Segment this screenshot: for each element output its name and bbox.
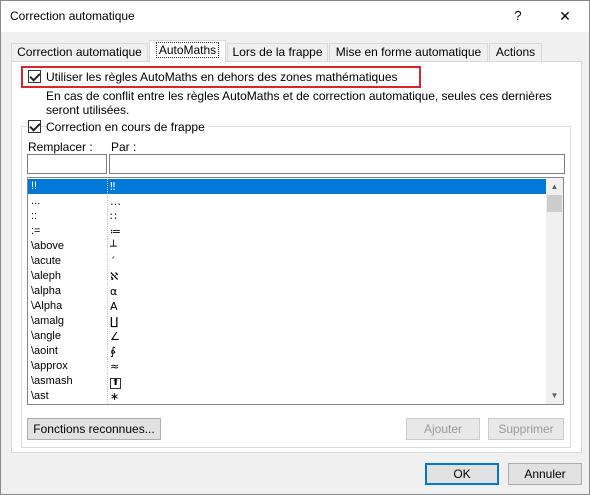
tab-label: Lors de la frappe xyxy=(232,45,323,59)
list-item[interactable]: \asmash ⬆ xyxy=(28,374,547,389)
list-item-name: \amalg xyxy=(31,315,65,327)
list-item-symbol: ∠ xyxy=(110,330,120,343)
list-item-name: \alpha xyxy=(31,285,61,297)
tab-actions[interactable]: Actions xyxy=(489,43,542,62)
list-item-name: \Alpha xyxy=(31,300,63,312)
column-separator xyxy=(107,284,108,299)
list-item-name: \above xyxy=(31,240,65,252)
list-item-name: \approx xyxy=(31,360,68,372)
list-item-symbol: α xyxy=(110,285,118,298)
scroll-down-icon[interactable]: ▼ xyxy=(546,387,563,404)
list-item-symbol: … xyxy=(110,195,121,208)
list-scrollbar[interactable]: ▲ ▼ xyxy=(546,178,563,404)
list-item[interactable]: ... … xyxy=(28,194,547,209)
close-button[interactable]: ✕ xyxy=(551,5,579,27)
list-item-name: ... xyxy=(31,195,41,207)
help-button[interactable]: ? xyxy=(506,5,530,27)
tab-lors-de-la-frappe[interactable]: Lors de la frappe xyxy=(227,43,328,62)
list-item[interactable]: :: ∷ xyxy=(28,209,547,224)
asmash-glyph: ⬆ xyxy=(110,378,121,389)
list-item[interactable]: \acute ´ xyxy=(28,254,547,269)
list-item[interactable]: \aoint ∳ xyxy=(28,344,547,359)
recognized-functions-button[interactable]: Fonctions reconnues... xyxy=(27,418,161,440)
column-separator xyxy=(107,194,108,209)
list-item[interactable]: \Alpha A xyxy=(28,299,547,314)
column-separator xyxy=(107,329,108,344)
list-item-name: \angle xyxy=(31,330,61,342)
column-separator xyxy=(107,299,108,314)
list-item[interactable]: !! ‼ xyxy=(28,179,547,194)
remove-button[interactable]: Supprimer xyxy=(488,418,564,440)
list-item-name: :: xyxy=(31,210,38,222)
add-button[interactable]: Ajouter xyxy=(406,418,480,440)
cancel-button[interactable]: Annuler xyxy=(508,463,582,485)
correct-typing-checkbox[interactable] xyxy=(28,120,41,133)
list-item-symbol: ≈ xyxy=(110,360,120,373)
column-separator xyxy=(107,269,108,284)
replace-input[interactable] xyxy=(27,154,107,174)
window-title: Correction automatique xyxy=(10,9,135,23)
tab-label: AutoMaths xyxy=(155,42,220,58)
list-item-symbol: ∳ xyxy=(110,345,116,358)
list-item-name: \aoint xyxy=(31,345,58,357)
scroll-thumb[interactable] xyxy=(547,195,562,212)
list-item-symbol: ∗ xyxy=(110,390,120,403)
list-item-symbol: A xyxy=(110,300,118,313)
list-item-name: := xyxy=(31,225,41,237)
tab-label: Mise en forme automatique xyxy=(335,45,482,59)
by-label: Par : xyxy=(111,140,137,154)
list-item-symbol: ∐ xyxy=(110,315,119,328)
ok-button[interactable]: OK xyxy=(425,463,499,485)
list-item-symbol: ℵ xyxy=(110,270,119,283)
by-input[interactable] xyxy=(109,154,565,174)
list-item-name: \acute xyxy=(31,255,61,267)
column-separator xyxy=(107,359,108,374)
tab-correction-automatique[interactable]: Correction automatique xyxy=(11,43,148,62)
list-item[interactable]: \approx ≈ xyxy=(28,359,547,374)
list-item-symbol: ∷ xyxy=(110,210,117,223)
use-rules-checkbox[interactable] xyxy=(28,70,41,83)
list-item[interactable]: := ≔ xyxy=(28,224,547,239)
list-item-symbol: ⬆ xyxy=(110,374,121,389)
correct-typing-label: Correction en cours de frappe xyxy=(46,120,208,134)
tab-label: Correction automatique xyxy=(17,45,142,59)
column-separator xyxy=(107,239,108,254)
column-separator xyxy=(107,254,108,269)
column-separator xyxy=(107,209,108,224)
list-item-symbol: ≔ xyxy=(110,225,121,238)
tab-label: Actions xyxy=(495,45,536,59)
list-item[interactable]: \aleph ℵ xyxy=(28,269,547,284)
replace-label: Remplacer : xyxy=(28,140,93,154)
use-rules-label: Utiliser les règles AutoMaths en dehors … xyxy=(46,70,398,84)
scroll-up-icon[interactable]: ▲ xyxy=(546,178,563,195)
list-item-symbol: ‼ xyxy=(110,180,116,193)
list-item-name: \aleph xyxy=(31,270,61,282)
column-separator xyxy=(107,389,108,404)
list-item[interactable]: \amalg ∐ xyxy=(28,314,547,329)
column-separator xyxy=(107,374,108,389)
list-item-name: !! xyxy=(31,180,38,192)
list-item[interactable]: \angle ∠ xyxy=(28,329,547,344)
column-separator xyxy=(107,179,108,194)
list-item[interactable]: \alpha α xyxy=(28,284,547,299)
conflict-note: En cas de conflit entre les règles AutoM… xyxy=(46,89,552,117)
title-bar: Correction automatique ? ✕ xyxy=(1,1,589,32)
tab-automaths[interactable]: AutoMaths xyxy=(149,40,226,63)
list-item-name: \ast xyxy=(31,390,49,402)
list-item-symbol: ┴ xyxy=(110,240,117,253)
list-item[interactable]: \above ┴ xyxy=(28,239,547,254)
column-separator xyxy=(107,224,108,239)
automaths-list[interactable]: !! ‼ ... … :: ∷ := ≔ \above ┴ \acute ´ \aleph ℵ… xyxy=(27,177,564,405)
list-item[interactable]: \ast ∗ xyxy=(28,389,547,404)
column-separator xyxy=(107,314,108,329)
list-item-symbol: ´ xyxy=(110,255,116,268)
column-separator xyxy=(107,344,108,359)
tab-mise-en-forme-automatique[interactable]: Mise en forme automatique xyxy=(329,43,488,62)
autocorrect-dialog: Correction automatique ? ✕ Correction au… xyxy=(0,0,590,495)
list-item-name: \asmash xyxy=(31,375,73,387)
